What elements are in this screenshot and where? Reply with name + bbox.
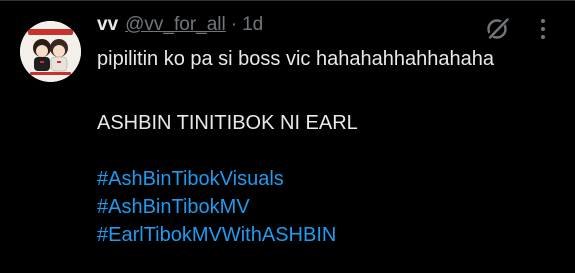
post-body: pipilitin ko pa si boss vic hahahahhahha… [97,46,494,250]
hashtag-list: #AshBinTibokVisuals #AshBinTibokMV #Earl… [97,166,494,250]
post-timestamp[interactable]: 1d [242,14,263,36]
hashtag-link[interactable]: #EarlTibokMVWithASHBIN [97,222,494,250]
hashtag-link[interactable]: #AshBinTibokVisuals [97,166,494,194]
grok-icon[interactable] [486,16,510,40]
post[interactable]: vv @vv_for_all · 1d pipilitin ko pa si b… [0,0,575,273]
post-header: vv @vv_for_all · 1d [97,11,263,39]
author-display-name[interactable]: vv [97,14,118,36]
author-handle[interactable]: @vv_for_all [125,14,226,36]
avatar-illustration-icon [20,21,81,82]
more-icon[interactable] [538,18,548,40]
post-text-line: pipilitin ko pa si boss vic hahahahhahha… [97,48,494,70]
separator-dot: · [230,14,238,35]
hashtag-link[interactable]: #AshBinTibokMV [97,194,494,222]
avatar[interactable] [20,21,81,82]
post-text-line: ASHBIN TINITIBOK NI EARL [97,112,358,134]
